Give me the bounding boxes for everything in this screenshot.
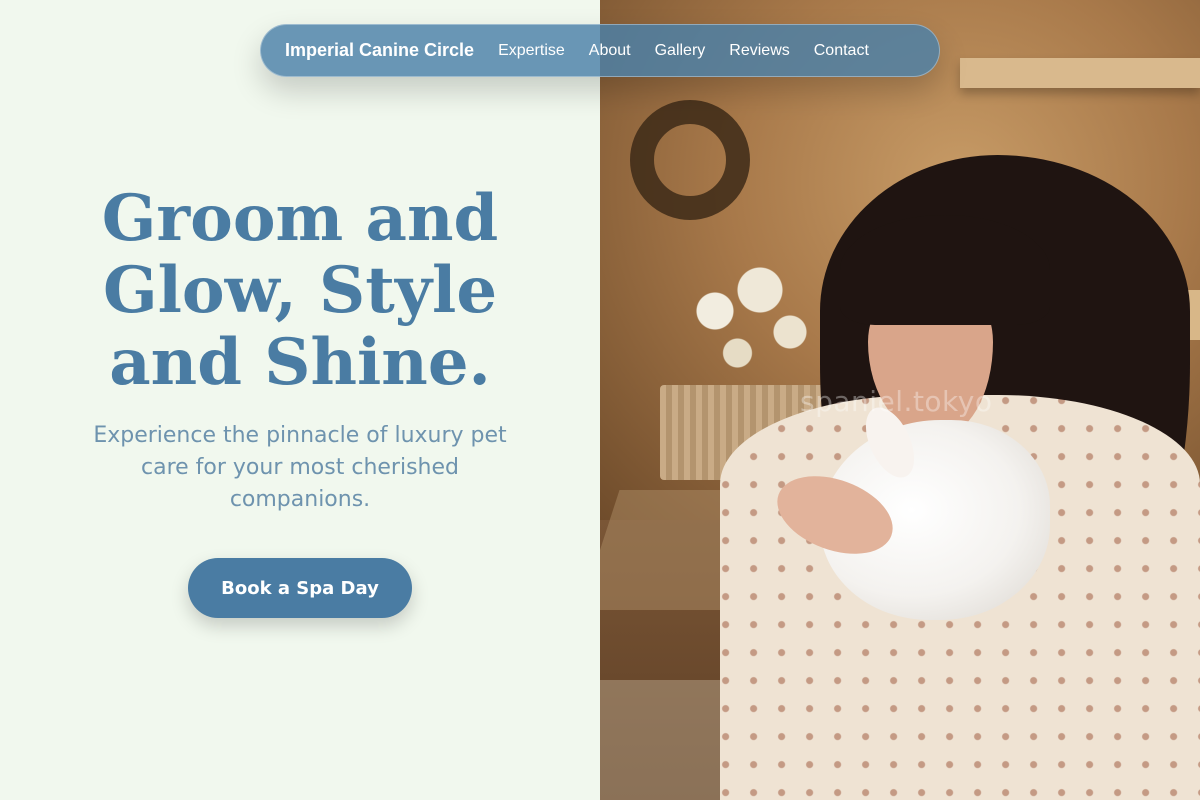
- hero-subtitle: Experience the pinnacle of luxury pet ca…: [93, 423, 507, 512]
- photo-woman-bangs: [840, 215, 1050, 325]
- photo-shelf: [960, 58, 1200, 88]
- brand-logo-text[interactable]: Imperial Canine Circle: [285, 40, 474, 61]
- nav-link-gallery[interactable]: Gallery: [655, 42, 706, 60]
- nav-link-reviews[interactable]: Reviews: [729, 42, 789, 60]
- headline-line-2: Glow, Style: [102, 253, 498, 328]
- nav-links: Expertise About Gallery Reviews Contact: [498, 42, 869, 60]
- book-spa-day-button[interactable]: Book a Spa Day: [188, 558, 412, 618]
- nav-link-expertise[interactable]: Expertise: [498, 42, 565, 60]
- image-watermark: spaniel.tokyo: [800, 385, 993, 418]
- photo-flowers: [670, 255, 820, 395]
- nav-link-about[interactable]: About: [589, 42, 631, 60]
- headline-line-1: Groom and: [101, 181, 499, 256]
- headline-line-3: and Shine.: [109, 325, 491, 400]
- hero-headline: Groom and Glow, Style and Shine.: [40, 183, 560, 399]
- nav-link-contact[interactable]: Contact: [814, 42, 869, 60]
- top-navbar: Imperial Canine Circle Expertise About G…: [260, 24, 940, 77]
- hero-left-panel: [0, 0, 600, 800]
- photo-wreath: [630, 100, 750, 220]
